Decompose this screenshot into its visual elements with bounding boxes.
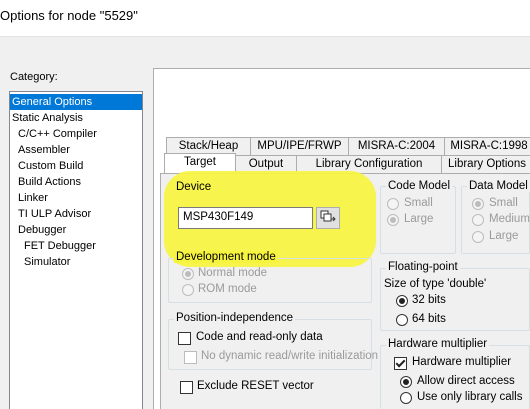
normal-mode-label: Normal mode — [198, 267, 268, 279]
category-item-static-analysis[interactable]: Static Analysis — [10, 110, 83, 126]
device-browse-button[interactable] — [316, 207, 340, 229]
category-item-build-actions[interactable]: Build Actions — [10, 174, 81, 190]
double-64-bits-label: 64 bits — [412, 313, 446, 325]
tab-target[interactable]: Target — [164, 153, 236, 173]
hardware-multiplier-checkbox-label: Hardware multiplier — [412, 356, 512, 368]
double-64-bits-radio[interactable] — [396, 314, 408, 326]
data-model-medium-label: Medium — [489, 213, 530, 225]
data-model-large-label: Large — [489, 230, 519, 242]
code-read-only-label: Code and read-only data — [196, 331, 323, 343]
position-independence-label: Position-independence — [174, 312, 296, 324]
hardware-multiplier-checkbox[interactable] — [394, 357, 407, 370]
library-calls-label: Use only library calls — [417, 391, 523, 403]
category-item-fet-debugger[interactable]: FET Debugger — [10, 238, 96, 254]
data-model-small-label: Small — [489, 197, 518, 209]
exclude-reset-checkbox[interactable] — [180, 381, 193, 394]
data-model-large-radio[interactable] — [472, 231, 484, 243]
title-separator — [0, 36, 530, 37]
tab-misra-2004[interactable]: MISRA-C:2004 — [348, 137, 445, 155]
position-independence-group — [168, 319, 372, 370]
data-model-medium-radio[interactable] — [472, 214, 484, 226]
category-item-debugger[interactable]: Debugger — [10, 222, 66, 238]
category-item-linker[interactable]: Linker — [10, 190, 48, 206]
category-item-simulator[interactable]: Simulator — [10, 254, 70, 270]
development-mode-label: Development mode — [174, 251, 278, 263]
hardware-multiplier-label: Hardware multiplier — [386, 338, 490, 350]
category-item-assembler[interactable]: Assembler — [10, 142, 70, 158]
tab-misra-1998[interactable]: MISRA-C:1998 — [444, 137, 530, 155]
exclude-reset-label: Exclude RESET vector — [197, 380, 314, 392]
floating-point-label: Floating-point — [386, 261, 460, 273]
code-model-large-radio[interactable] — [387, 214, 399, 226]
category-item-custom-build[interactable]: Custom Build — [10, 158, 83, 174]
no-dynamic-init-checkbox[interactable] — [184, 351, 197, 364]
double-size-label: Size of type 'double' — [384, 278, 487, 290]
category-item-general-options[interactable]: General Options — [10, 94, 142, 110]
data-model-label: Data Model — [467, 180, 530, 192]
rom-mode-label: ROM mode — [198, 283, 257, 295]
device-group-label: Device — [176, 181, 212, 193]
category-list[interactable]: General Options Static Analysis C/C++ Co… — [9, 91, 143, 409]
category-label: Category: — [10, 71, 58, 83]
tab-mpu-ipe-frwp[interactable]: MPU/IPE/FRWP — [250, 137, 349, 155]
development-mode-group — [168, 258, 372, 303]
normal-mode-radio[interactable] — [182, 268, 194, 280]
title-bar: Options for node "5529" — [0, 0, 530, 36]
no-dynamic-init-label: No dynamic read/write initialization — [201, 350, 379, 362]
rom-mode-radio[interactable] — [182, 284, 194, 296]
code-read-only-checkbox[interactable] — [178, 332, 191, 345]
category-item-ulp-advisor[interactable]: TI ULP Advisor — [10, 206, 91, 222]
tab-library-options[interactable]: Library Options — [441, 155, 530, 173]
double-32-bits-label: 32 bits — [412, 294, 446, 306]
code-model-small-radio[interactable] — [387, 198, 399, 210]
data-model-small-radio[interactable] — [472, 198, 484, 210]
code-model-label: Code Model — [386, 180, 453, 192]
category-item-compiler[interactable]: C/C++ Compiler — [10, 126, 97, 142]
device-field[interactable]: MSP430F149 — [178, 207, 313, 229]
device-browse-icon — [320, 210, 336, 227]
code-model-small-label: Small — [404, 197, 433, 209]
double-32-bits-radio[interactable] — [396, 295, 408, 307]
window-title: Options for node "5529" — [0, 8, 138, 23]
code-model-large-label: Large — [404, 213, 434, 225]
library-calls-radio[interactable] — [400, 392, 412, 404]
allow-direct-access-label: Allow direct access — [417, 375, 515, 387]
allow-direct-access-radio[interactable] — [400, 376, 412, 388]
